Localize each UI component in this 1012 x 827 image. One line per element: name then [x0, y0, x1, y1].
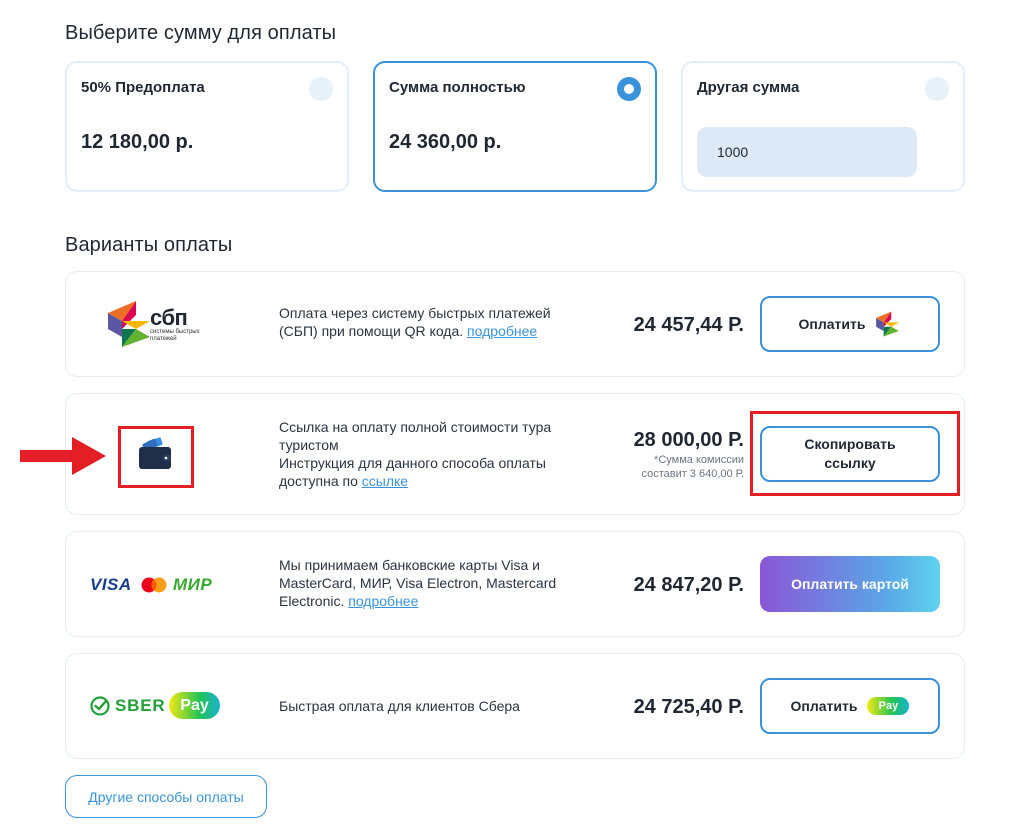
link-description-text: Инструкция для данного способа оплаты до…	[279, 455, 546, 489]
red-arrow-annotation	[20, 437, 106, 475]
sber-logo-text: SBER	[115, 696, 166, 715]
amount-option-full[interactable]: Сумма полностью 24 360,00 р.	[373, 61, 657, 192]
amount-option-value: 24 360,00 р.	[389, 131, 502, 153]
sber-description: Быстрая оплата для клиентов Сбера	[279, 698, 520, 714]
amount-option-label: Другая сумма	[697, 79, 800, 96]
sber-price: 24 725,40 Р.	[633, 696, 744, 718]
highlight-box-copy-button	[750, 411, 960, 496]
sbp-price: 24 457,44 Р.	[633, 314, 744, 336]
link-description-line2: Инструкция для данного способа оплаты до…	[279, 454, 569, 490]
other-methods-button[interactable]: Другие способы оплаты	[65, 775, 267, 818]
sbp-icon	[876, 311, 900, 337]
sberpay-logo: SBER Pay	[90, 692, 222, 720]
amount-option-prepay[interactable]: 50% Предоплата 12 180,00 р.	[65, 61, 349, 192]
payment-method-card: VISA МИР Мы принимаем банковские карты V…	[65, 531, 965, 637]
radio-button[interactable]	[309, 77, 333, 101]
instruction-link[interactable]: ссылке	[362, 473, 408, 489]
sbp-logo: сбп системы быстрых платежей	[106, 299, 216, 349]
amount-heading: Выберите сумму для оплаты	[65, 22, 337, 44]
sber-pay-small-badge: Pay	[867, 697, 910, 715]
radio-button-selected[interactable]	[617, 77, 641, 101]
amount-option-label: 50% Предоплата	[81, 79, 205, 96]
link-description-line1: Ссылка на оплату полной стоимости тура т…	[279, 419, 552, 453]
sbp-logo-text: сбп	[150, 305, 188, 330]
card-description: Мы принимаем банковские карты Visa и Mas…	[279, 556, 564, 610]
highlight-box-wallet	[118, 426, 194, 488]
card-logos: VISA МИР	[90, 575, 230, 595]
card-more-link[interactable]: подробнее	[348, 593, 418, 609]
link-description: Ссылка на оплату полной стоимости тура т…	[279, 418, 569, 490]
amount-option-custom[interactable]: Другая сумма	[681, 61, 965, 192]
sbp-description: Оплата через систему быстрых платежей (С…	[279, 304, 569, 340]
sbp-pay-button-label: Оплатить	[798, 315, 866, 332]
payment-method-sbp: сбп системы быстрых платежей Оплата чере…	[65, 271, 965, 377]
sbp-icon	[108, 301, 150, 347]
visa-logo: VISA	[90, 575, 132, 594]
mastercard-icon	[141, 577, 167, 593]
payment-method-sber: SBER Pay Быстрая оплата для клиентов Сбе…	[65, 653, 965, 759]
sber-pay-button[interactable]: Оплатить Pay	[760, 678, 940, 734]
sber-pay-badge: Pay	[169, 692, 220, 719]
sbp-pay-button[interactable]: Оплатить	[760, 296, 940, 352]
commission-note-line1: *Сумма комиссии	[654, 454, 744, 466]
sber-pay-button-label: Оплатить	[790, 697, 858, 714]
card-price: 24 847,20 Р.	[633, 574, 744, 596]
commission-note-line2: составит 3 640,00 Р.	[641, 468, 744, 480]
sbp-logo-subtext: системы быстрых платежей	[150, 329, 200, 342]
radio-button[interactable]	[925, 77, 949, 101]
amount-option-value: 12 180,00 р.	[81, 131, 194, 153]
link-price: 28 000,00 Р.	[633, 429, 744, 451]
commission-note: *Сумма комиссии составит 3 640,00 Р.	[641, 453, 744, 481]
sber-check-icon	[90, 696, 110, 716]
methods-heading: Варианты оплаты	[65, 234, 233, 256]
pay-card-button[interactable]: Оплатить картой	[760, 556, 940, 612]
amount-option-label: Сумма полностью	[389, 79, 526, 96]
sbp-more-link[interactable]: подробнее	[467, 323, 537, 339]
mir-logo: МИР	[173, 575, 213, 594]
custom-amount-input[interactable]	[697, 127, 917, 177]
